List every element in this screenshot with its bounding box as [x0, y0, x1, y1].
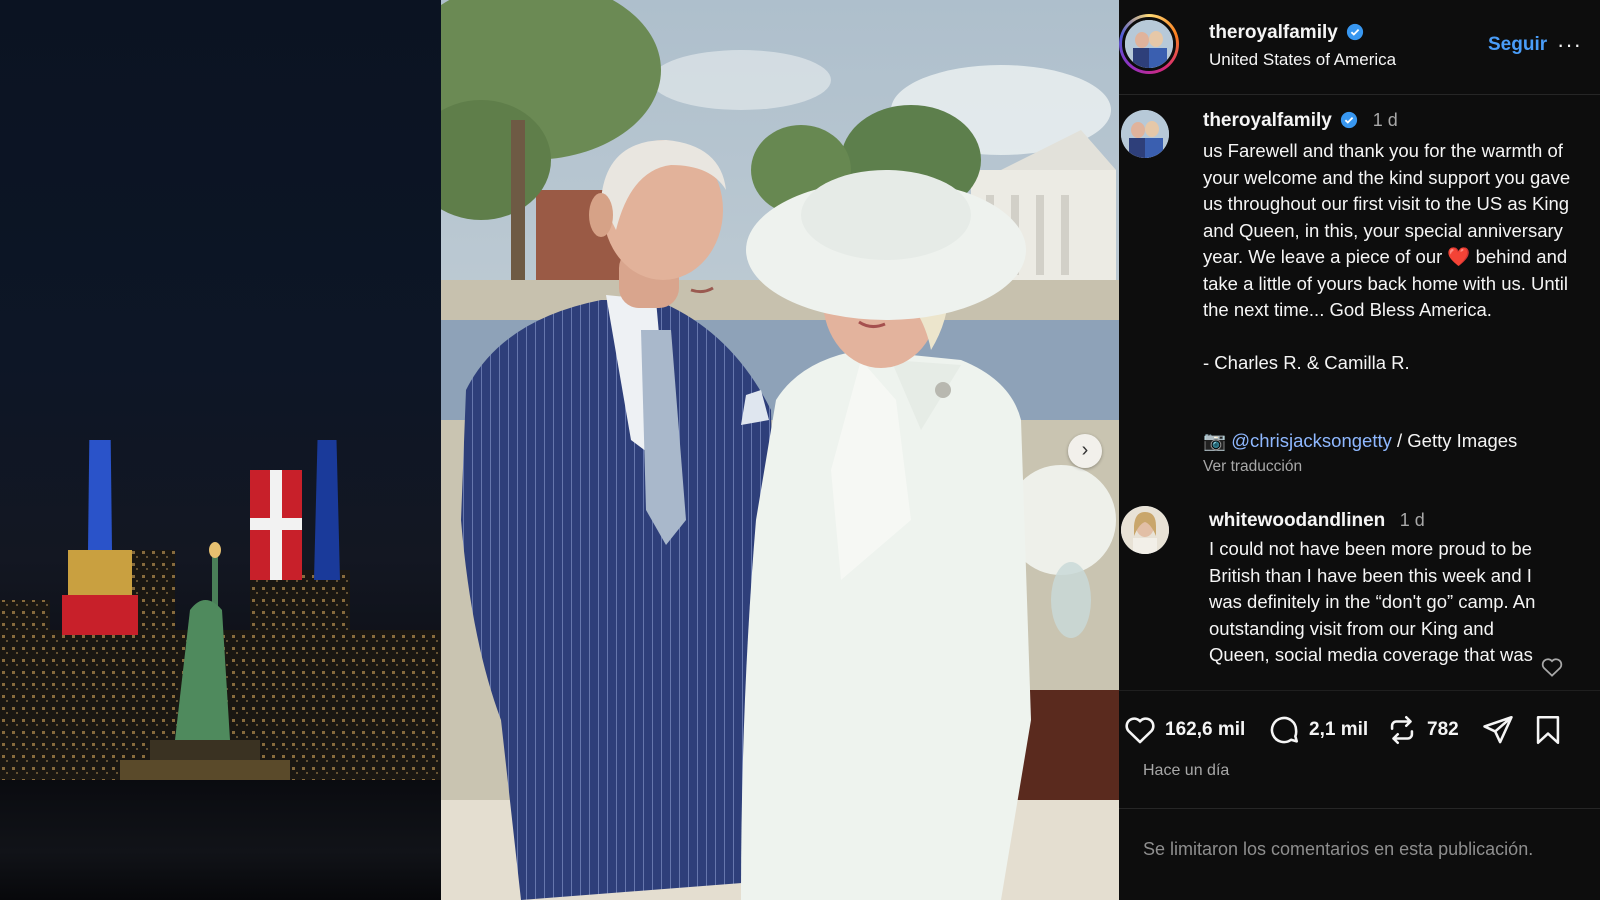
more-options-icon[interactable]: ···	[1557, 32, 1582, 58]
caption-signature: - Charles R. & Camilla R.	[1203, 352, 1410, 373]
comment-time: 1 d	[1399, 510, 1425, 530]
verified-badge-icon	[1341, 111, 1358, 129]
header-username-row: theroyalfamily	[1209, 22, 1364, 44]
comment-action[interactable]: 2,1 mil	[1267, 713, 1368, 747]
save-action[interactable]	[1531, 713, 1565, 747]
commenter-username-row: whitewoodandlinen 1 d	[1209, 510, 1425, 532]
see-translation-link[interactable]: Ver traducción	[1203, 458, 1302, 476]
post-header: theroyalfamily United States of America …	[1119, 0, 1600, 95]
repost-count: 782	[1427, 719, 1459, 740]
bookmark-icon	[1536, 715, 1560, 745]
red-heart-emoji: ❤️	[1447, 246, 1471, 267]
share-action[interactable]	[1481, 713, 1515, 747]
repost-icon	[1390, 715, 1414, 745]
camera-icon: 📷	[1203, 430, 1227, 451]
next-photo-button[interactable]: ›	[1068, 434, 1102, 468]
comment-item: whitewoodandlinen 1 d I could not have b…	[1119, 506, 1600, 686]
commenter-username[interactable]: whitewoodandlinen	[1209, 510, 1385, 531]
share-icon	[1483, 715, 1513, 744]
photographer-mention-link[interactable]: @chrisjacksongetty	[1231, 430, 1392, 451]
post-photo[interactable]	[441, 0, 1119, 900]
caption-avatar[interactable]	[1121, 110, 1169, 158]
verified-badge-icon	[1347, 23, 1364, 41]
comments-limited-text: Se limitaron los comentarios en esta pub…	[1143, 839, 1534, 859]
nyc-skyline-image	[0, 440, 441, 780]
like-action[interactable]: 162,6 mil	[1123, 713, 1245, 747]
commenter-avatar[interactable]	[1121, 506, 1169, 554]
king-and-queen-portrait-image	[441, 0, 1119, 900]
post-side-panel: theroyalfamily United States of America …	[1119, 0, 1600, 900]
chevron-right-icon: ›	[1081, 439, 1089, 461]
harbor-water	[0, 780, 441, 900]
comment-count: 2,1 mil	[1309, 719, 1369, 740]
comments-limited-notice: Se limitaron los comentarios en esta pub…	[1119, 808, 1600, 900]
location-link[interactable]: United States of America	[1209, 50, 1396, 70]
header-avatar[interactable]	[1119, 14, 1179, 74]
photo-credit: 📷 @chrisjacksongetty / Getty Images	[1203, 430, 1517, 452]
post-date[interactable]: Hace un día	[1143, 762, 1229, 780]
header-username[interactable]: theroyalfamily	[1209, 22, 1338, 43]
like-count: 162,6 mil	[1165, 719, 1246, 740]
caption-time: 1 d	[1372, 110, 1398, 130]
comment-text: I could not have been more proud to be B…	[1209, 538, 1536, 665]
credit-suffix: / Getty Images	[1391, 430, 1518, 451]
follow-button[interactable]: Seguir	[1488, 34, 1547, 56]
caption-username-row: theroyalfamily 1 d	[1203, 110, 1398, 132]
caption-username[interactable]: theroyalfamily	[1203, 110, 1332, 131]
heart-icon	[1125, 717, 1155, 744]
comment-heart-icon[interactable]	[1539, 654, 1565, 680]
repost-action[interactable]: 782	[1385, 713, 1459, 747]
post-actions-bar: 162,6 mil 2,1 mil 782	[1119, 690, 1600, 770]
caption-text: us Farewell and thank you for the warmth…	[1203, 138, 1583, 377]
previous-post-photo[interactable]	[0, 0, 441, 900]
comment-icon	[1270, 716, 1299, 744]
